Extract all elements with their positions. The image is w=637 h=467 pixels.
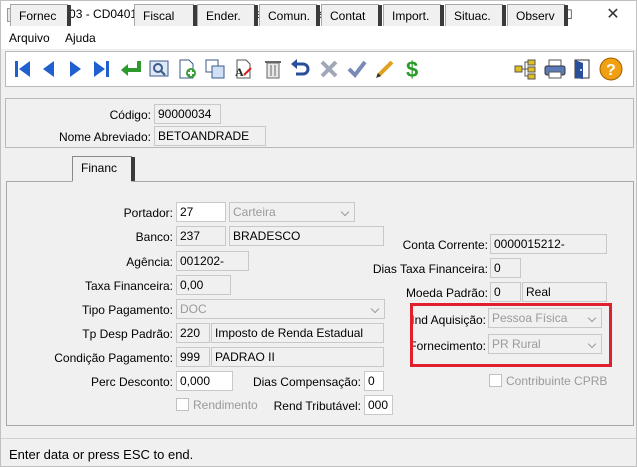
menu-arquivo[interactable]: Arquivo — [9, 31, 50, 45]
search-icon[interactable] — [146, 55, 172, 83]
menu-ajuda[interactable]: Ajuda — [65, 31, 96, 45]
dias-compensacao-field[interactable]: 0 — [364, 371, 384, 391]
contribuinte-cprb-label: Contribuinte CPRB — [506, 374, 608, 388]
cancel-icon[interactable] — [316, 55, 342, 83]
confirm-icon[interactable] — [344, 55, 370, 83]
portador-field[interactable]: 27 — [176, 202, 226, 222]
pencil-icon[interactable] — [372, 55, 398, 83]
nome-abreviado-field[interactable]: BETOANDRADE — [154, 126, 266, 146]
banco-name-field: BRADESCO — [229, 226, 384, 246]
condicao-name-field: PADRAO II — [211, 347, 384, 367]
svg-text:?: ? — [606, 62, 616, 79]
tipo-pagamento-combo[interactable]: DOC — [176, 299, 385, 319]
delete-icon[interactable] — [260, 55, 286, 83]
condicao-pagamento-label: Condição Pagamento: — [54, 351, 173, 365]
tp-desp-padrao-label: Tp Desp Padrão: — [82, 327, 173, 341]
previous-record-icon[interactable] — [36, 55, 62, 83]
tp-desp-code-field[interactable]: 220 — [176, 323, 210, 343]
perc-desconto-field[interactable]: 0,000 — [176, 371, 233, 391]
tp-desp-name-field: Imposto de Renda Estadual — [211, 323, 384, 343]
toolbar: A $ ? — [5, 51, 634, 87]
tree-icon[interactable] — [512, 55, 538, 83]
print-icon[interactable] — [542, 55, 568, 83]
moeda-padrao-label: Moeda Padrão: — [405, 286, 488, 300]
last-record-icon[interactable] — [88, 55, 114, 83]
tab-fornec[interactable]: Fornec — [10, 4, 71, 26]
main-window: 06.9.5503 - CD0401 - 2.00.00.066 - Manut… — [0, 0, 637, 467]
portador-combo[interactable]: Carteira — [229, 202, 355, 222]
edit-record-icon[interactable]: A — [230, 55, 256, 83]
rendimento-label: Rendimento — [193, 398, 258, 412]
dias-taxa-financeira-field[interactable]: 0 — [490, 258, 521, 278]
taxa-financeira-label: Taxa Financeira: — [84, 279, 173, 293]
tab-observ[interactable]: Observ — [507, 4, 568, 26]
condicao-code-field[interactable]: 999 — [176, 347, 210, 367]
codigo-field[interactable]: 90000034 — [154, 104, 221, 124]
taxa-financeira-field[interactable]: 0,00 — [176, 275, 231, 295]
first-record-icon[interactable] — [10, 55, 36, 83]
help-icon[interactable]: ? — [598, 55, 624, 83]
tab-financ[interactable]: Financ — [72, 156, 135, 182]
nome-abreviado-label: Nome Abreviado: — [58, 130, 151, 144]
tipo-pagamento-label: Tipo Pagamento: — [82, 303, 173, 317]
tab-contat[interactable]: Contat — [321, 4, 382, 26]
copy-record-icon[interactable] — [202, 55, 228, 83]
new-record-icon[interactable] — [174, 55, 200, 83]
menu-bar: Arquivo Ajuda — [1, 29, 636, 49]
exit-icon[interactable] — [570, 55, 596, 83]
status-bar: Enter data or press ESC to end. — [1, 438, 636, 466]
contribuinte-cprb-checkbox-box[interactable] — [489, 374, 502, 387]
goto-record-icon[interactable] — [118, 55, 144, 83]
dias-taxa-financeira-label: Dias Taxa Financeira: — [372, 262, 488, 276]
moeda-code-field[interactable]: 0 — [490, 282, 521, 302]
undo-icon[interactable] — [288, 55, 314, 83]
next-record-icon[interactable] — [62, 55, 88, 83]
rendimento-checkbox-box[interactable] — [176, 398, 189, 411]
tab-fiscal[interactable]: Fiscal — [134, 4, 197, 26]
svg-text:$: $ — [406, 57, 418, 81]
contribuinte-cprb-checkbox[interactable]: Contribuinte CPRB — [489, 374, 607, 388]
agencia-label: Agência: — [126, 255, 173, 269]
tab-import[interactable]: Import. — [383, 4, 444, 26]
close-button[interactable]: ✕ — [590, 1, 636, 29]
portador-label: Portador: — [123, 206, 173, 220]
rend-tributavel-label: Rend Tributável: — [273, 399, 361, 413]
conta-corrente-label: Conta Corrente: — [402, 238, 488, 252]
tab-comun[interactable]: Comun. — [259, 4, 320, 26]
moeda-name-field: Real — [522, 282, 607, 302]
tab-ender[interactable]: Ender. — [197, 4, 258, 26]
conta-corrente-field[interactable]: 0000015212- — [490, 234, 607, 254]
rendimento-checkbox[interactable]: Rendimento — [176, 398, 258, 412]
codigo-label: Código: — [109, 108, 151, 122]
svg-text:A: A — [235, 65, 244, 79]
dollar-icon[interactable]: $ — [400, 55, 426, 83]
perc-desconto-label: Perc Desconto: — [90, 375, 173, 389]
dias-compensacao-label: Dias Compensação: — [252, 375, 361, 389]
highlight-box — [410, 303, 612, 367]
banco-label: Banco: — [135, 230, 173, 244]
agencia-field[interactable]: 001202- — [176, 251, 249, 271]
rend-tributavel-field[interactable]: 000 — [364, 395, 393, 415]
banco-code-field[interactable]: 237 — [176, 226, 226, 246]
status-text: Enter data or press ESC to end. — [9, 447, 194, 462]
tab-situac[interactable]: Situac. — [445, 4, 506, 26]
